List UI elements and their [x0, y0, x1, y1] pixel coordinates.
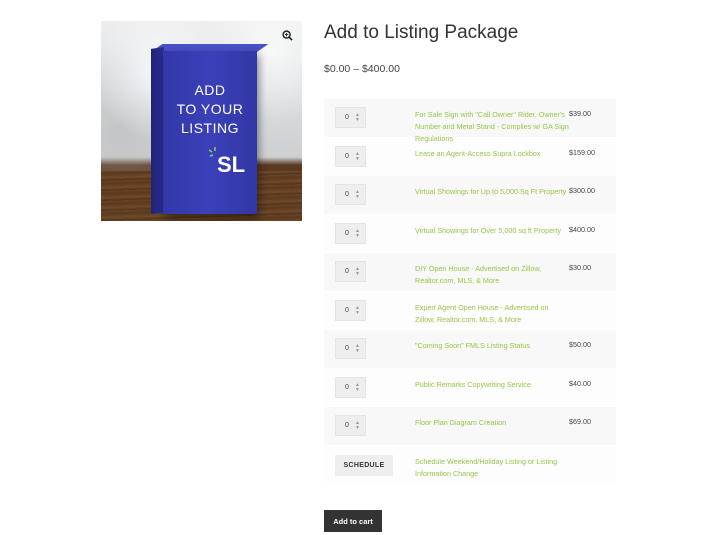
quantity-value: 0 — [345, 422, 349, 429]
grouped-item-row: 0 ▲ ▼ DIY Open House - Advertised on Zillow… — [324, 253, 616, 292]
stepper-arrows-icon[interactable]: ▲ ▼ — [355, 421, 360, 431]
quantity-value: 0 — [345, 229, 349, 237]
quantity-input[interactable]: 0 ▲ ▼ — [335, 184, 366, 205]
stepper-arrows-icon[interactable]: ▲ ▼ — [355, 305, 360, 316]
quantity-input[interactable]: 0 ▲ ▼ — [335, 261, 366, 282]
grouped-item-row: SCHEDULE Schedule Weekend/Holiday Listing… — [324, 445, 616, 484]
quantity-value: 0 — [345, 152, 349, 160]
quantity-cell: 0 ▲ ▼ — [324, 253, 404, 282]
quantity-value: 0 — [345, 191, 349, 198]
zoom-icon[interactable] — [278, 26, 296, 44]
grouped-item-row: 0 ▲ ▼ Virtual Showings for Over 5,000 sq ft… — [324, 214, 616, 253]
grouped-item-row: 0 ▲ ▼ For Sale Sign with "Call Owner" Rider… — [324, 99, 616, 143]
item-price: $30.00 — [569, 263, 591, 272]
quantity-input[interactable]: 0 ▲ ▼ — [335, 338, 366, 359]
item-price — [569, 292, 616, 302]
quantity-cell: 0 ▲ ▼ — [324, 99, 404, 128]
item-link[interactable]: Virtual Showings for Over 5,000 sq ft Pr… — [404, 215, 569, 237]
quantity-value: 0 — [345, 268, 349, 275]
stepper-arrows-icon[interactable]: ▲ ▼ — [355, 344, 360, 354]
add-to-cart-button[interactable]: Add to cart — [324, 510, 382, 532]
grouped-item-row: 0 ▲ ▼ Floor Plan Diagram Creation $69.00 — [324, 407, 616, 446]
quantity-input[interactable]: 0 ▲ ▼ — [335, 299, 366, 321]
item-link[interactable]: Expert Agent Open House - Advertised on … — [404, 292, 569, 326]
quantity-input[interactable]: 0 ▲ ▼ — [335, 376, 366, 398]
quantity-value: 0 — [345, 306, 349, 314]
quantity-input[interactable]: 0 ▲ ▼ — [335, 145, 366, 167]
item-link[interactable]: Lease an Agent-Access Supra Lockbox — [404, 138, 569, 160]
product-title: Add to Listing Package — [324, 22, 519, 43]
stepper-arrows-icon[interactable]: ▲ ▼ — [355, 113, 360, 123]
grouped-item-row: 0 ▲ ▼ "Coming Soon" FMLS Listing Status $50.… — [324, 330, 616, 369]
stepper-arrows-icon[interactable]: ▲ ▼ — [355, 382, 360, 393]
quantity-cell: SCHEDULE — [324, 446, 404, 476]
magnifier-plus-icon — [281, 29, 293, 41]
quantity-value: 0 — [345, 383, 349, 391]
price-range: $0.00 – $400.00 — [324, 63, 400, 75]
item-price: $39.00 — [569, 109, 591, 118]
item-link[interactable]: Schedule Weekend/Holiday Listing or List… — [404, 446, 569, 480]
quantity-cell: 0 ▲ ▼ — [324, 369, 404, 398]
quantity-cell: 0 ▲ ▼ — [324, 176, 404, 205]
grouped-item-row: 0 ▲ ▼ Public Remarks Copywriting Service $40… — [324, 368, 616, 407]
item-price: $40.00 — [569, 378, 591, 388]
quantity-cell: 0 ▲ ▼ — [324, 407, 404, 436]
quantity-cell: 0 ▲ ▼ — [324, 215, 404, 244]
stepper-arrows-icon[interactable]: ▲ ▼ — [355, 267, 360, 277]
quantity-input[interactable]: 0 ▲ ▼ — [335, 107, 366, 128]
item-price: $159.00 — [569, 147, 595, 157]
item-price: $50.00 — [569, 340, 591, 349]
grouped-product-list: 0 ▲ ▼ For Sale Sign with "Call Owner" Rider… — [324, 99, 616, 484]
grouped-item-row: 0 ▲ ▼ Virtual Showings for Up to 5,000 Sq F… — [324, 176, 616, 215]
product-image[interactable]: ADD TO YOUR LISTING SL — [101, 21, 302, 221]
stepper-arrows-icon[interactable]: ▲ ▼ — [355, 151, 360, 162]
item-price: $69.00 — [569, 417, 591, 426]
item-link[interactable]: Public Remarks Copywriting Service — [404, 369, 569, 391]
item-price — [569, 446, 616, 456]
grouped-item-row: 0 ▲ ▼ Lease an Agent-Access Supra Lockbox $1… — [324, 137, 616, 176]
item-price: $300.00 — [569, 186, 595, 195]
item-link[interactable]: "Coming Soon" FMLS Listing Status — [404, 330, 569, 352]
item-link[interactable]: DIY Open House - Advertised on Zillow, R… — [404, 253, 569, 287]
quantity-value: 0 — [345, 114, 349, 121]
item-price: $400.00 — [569, 224, 595, 234]
box-text: ADD TO YOUR LISTING — [176, 82, 244, 136]
quantity-value: 0 — [345, 345, 349, 352]
stepper-arrows-icon[interactable]: ▲ ▼ — [355, 228, 360, 239]
quantity-cell: 0 ▲ ▼ — [324, 292, 404, 321]
quantity-input[interactable]: 0 ▲ ▼ — [335, 222, 366, 244]
quantity-cell: 0 ▲ ▼ — [324, 330, 404, 359]
quantity-input[interactable]: 0 ▲ ▼ — [335, 415, 366, 436]
quantity-cell: 0 ▲ ▼ — [324, 138, 404, 167]
item-link[interactable]: Virtual Showings for Up to 5,000 Sq Ft P… — [404, 176, 569, 198]
item-link[interactable]: Floor Plan Diagram Creation — [404, 407, 569, 429]
grouped-item-row: 0 ▲ ▼ Expert Agent Open House - Advertised … — [324, 291, 616, 330]
schedule-button[interactable]: SCHEDULE — [335, 454, 393, 476]
logo-text: SL — [217, 152, 246, 177]
stepper-arrows-icon[interactable]: ▲ ▼ — [355, 190, 360, 200]
